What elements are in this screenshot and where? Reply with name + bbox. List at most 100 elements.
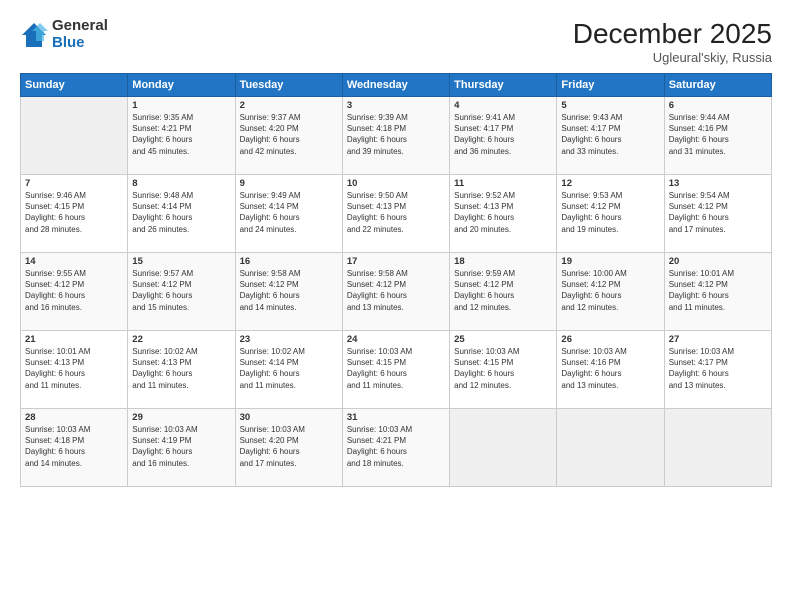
column-header-saturday: Saturday: [664, 74, 771, 97]
logo: General Blue: [20, 18, 108, 51]
calendar-cell: 30Sunrise: 10:03 AM Sunset: 4:20 PM Dayl…: [235, 409, 342, 487]
day-number: 12: [561, 178, 659, 189]
day-number: 18: [454, 256, 552, 267]
calendar-row: 14Sunrise: 9:55 AM Sunset: 4:12 PM Dayli…: [21, 253, 772, 331]
calendar-cell: 29Sunrise: 10:03 AM Sunset: 4:19 PM Dayl…: [128, 409, 235, 487]
day-number: 5: [561, 100, 659, 111]
calendar-cell: 27Sunrise: 10:03 AM Sunset: 4:17 PM Dayl…: [664, 331, 771, 409]
day-number: 25: [454, 334, 552, 345]
day-number: 1: [132, 100, 230, 111]
day-number: 2: [240, 100, 338, 111]
day-info: Sunrise: 9:53 AM Sunset: 4:12 PM Dayligh…: [561, 190, 659, 235]
day-number: 13: [669, 178, 767, 189]
calendar-cell: [664, 409, 771, 487]
subtitle: Ugleural'skiy, Russia: [573, 50, 772, 65]
day-info: Sunrise: 9:55 AM Sunset: 4:12 PM Dayligh…: [25, 268, 123, 313]
header-row: SundayMondayTuesdayWednesdayThursdayFrid…: [21, 74, 772, 97]
calendar-cell: 14Sunrise: 9:55 AM Sunset: 4:12 PM Dayli…: [21, 253, 128, 331]
calendar-cell: 19Sunrise: 10:00 AM Sunset: 4:12 PM Dayl…: [557, 253, 664, 331]
day-info: Sunrise: 10:02 AM Sunset: 4:13 PM Daylig…: [132, 346, 230, 391]
calendar-row: 28Sunrise: 10:03 AM Sunset: 4:18 PM Dayl…: [21, 409, 772, 487]
day-info: Sunrise: 10:03 AM Sunset: 4:20 PM Daylig…: [240, 424, 338, 469]
day-number: 23: [240, 334, 338, 345]
calendar-cell: 24Sunrise: 10:03 AM Sunset: 4:15 PM Dayl…: [342, 331, 449, 409]
day-info: Sunrise: 9:59 AM Sunset: 4:12 PM Dayligh…: [454, 268, 552, 313]
day-number: 10: [347, 178, 445, 189]
calendar-page: General Blue December 2025 Ugleural'skiy…: [0, 0, 792, 612]
day-info: Sunrise: 10:03 AM Sunset: 4:21 PM Daylig…: [347, 424, 445, 469]
day-number: 30: [240, 412, 338, 423]
column-header-tuesday: Tuesday: [235, 74, 342, 97]
day-number: 3: [347, 100, 445, 111]
logo-general-text: General: [52, 18, 108, 35]
day-info: Sunrise: 9:46 AM Sunset: 4:15 PM Dayligh…: [25, 190, 123, 235]
calendar-body: 1Sunrise: 9:35 AM Sunset: 4:21 PM Daylig…: [21, 97, 772, 487]
calendar-cell: 9Sunrise: 9:49 AM Sunset: 4:14 PM Daylig…: [235, 175, 342, 253]
day-info: Sunrise: 10:00 AM Sunset: 4:12 PM Daylig…: [561, 268, 659, 313]
day-number: 31: [347, 412, 445, 423]
day-number: 11: [454, 178, 552, 189]
main-title: December 2025: [573, 18, 772, 50]
calendar-table: SundayMondayTuesdayWednesdayThursdayFrid…: [20, 73, 772, 487]
day-number: 27: [669, 334, 767, 345]
calendar-cell: 8Sunrise: 9:48 AM Sunset: 4:14 PM Daylig…: [128, 175, 235, 253]
calendar-cell: 6Sunrise: 9:44 AM Sunset: 4:16 PM Daylig…: [664, 97, 771, 175]
day-info: Sunrise: 9:57 AM Sunset: 4:12 PM Dayligh…: [132, 268, 230, 313]
column-header-monday: Monday: [128, 74, 235, 97]
day-info: Sunrise: 9:35 AM Sunset: 4:21 PM Dayligh…: [132, 112, 230, 157]
day-info: Sunrise: 9:37 AM Sunset: 4:20 PM Dayligh…: [240, 112, 338, 157]
day-info: Sunrise: 10:03 AM Sunset: 4:15 PM Daylig…: [454, 346, 552, 391]
day-info: Sunrise: 9:54 AM Sunset: 4:12 PM Dayligh…: [669, 190, 767, 235]
day-number: 15: [132, 256, 230, 267]
day-number: 8: [132, 178, 230, 189]
calendar-cell: 23Sunrise: 10:02 AM Sunset: 4:14 PM Dayl…: [235, 331, 342, 409]
day-number: 17: [347, 256, 445, 267]
calendar-cell: [21, 97, 128, 175]
column-header-thursday: Thursday: [450, 74, 557, 97]
calendar-cell: 31Sunrise: 10:03 AM Sunset: 4:21 PM Dayl…: [342, 409, 449, 487]
calendar-cell: 12Sunrise: 9:53 AM Sunset: 4:12 PM Dayli…: [557, 175, 664, 253]
day-info: Sunrise: 9:41 AM Sunset: 4:17 PM Dayligh…: [454, 112, 552, 157]
calendar-cell: 17Sunrise: 9:58 AM Sunset: 4:12 PM Dayli…: [342, 253, 449, 331]
day-number: 26: [561, 334, 659, 345]
calendar-cell: 21Sunrise: 10:01 AM Sunset: 4:13 PM Dayl…: [21, 331, 128, 409]
calendar-cell: 10Sunrise: 9:50 AM Sunset: 4:13 PM Dayli…: [342, 175, 449, 253]
calendar-cell: 5Sunrise: 9:43 AM Sunset: 4:17 PM Daylig…: [557, 97, 664, 175]
calendar-cell: 2Sunrise: 9:37 AM Sunset: 4:20 PM Daylig…: [235, 97, 342, 175]
calendar-cell: 18Sunrise: 9:59 AM Sunset: 4:12 PM Dayli…: [450, 253, 557, 331]
calendar-cell: 25Sunrise: 10:03 AM Sunset: 4:15 PM Dayl…: [450, 331, 557, 409]
header: General Blue December 2025 Ugleural'skiy…: [20, 18, 772, 65]
day-info: Sunrise: 9:49 AM Sunset: 4:14 PM Dayligh…: [240, 190, 338, 235]
day-number: 9: [240, 178, 338, 189]
day-info: Sunrise: 10:03 AM Sunset: 4:17 PM Daylig…: [669, 346, 767, 391]
calendar-cell: 7Sunrise: 9:46 AM Sunset: 4:15 PM Daylig…: [21, 175, 128, 253]
logo-icon: [20, 21, 48, 49]
column-header-wednesday: Wednesday: [342, 74, 449, 97]
day-info: Sunrise: 9:58 AM Sunset: 4:12 PM Dayligh…: [240, 268, 338, 313]
calendar-cell: 26Sunrise: 10:03 AM Sunset: 4:16 PM Dayl…: [557, 331, 664, 409]
calendar-row: 7Sunrise: 9:46 AM Sunset: 4:15 PM Daylig…: [21, 175, 772, 253]
title-block: December 2025 Ugleural'skiy, Russia: [573, 18, 772, 65]
day-info: Sunrise: 9:39 AM Sunset: 4:18 PM Dayligh…: [347, 112, 445, 157]
day-info: Sunrise: 9:44 AM Sunset: 4:16 PM Dayligh…: [669, 112, 767, 157]
calendar-cell: [450, 409, 557, 487]
column-header-friday: Friday: [557, 74, 664, 97]
day-info: Sunrise: 9:50 AM Sunset: 4:13 PM Dayligh…: [347, 190, 445, 235]
calendar-cell: 28Sunrise: 10:03 AM Sunset: 4:18 PM Dayl…: [21, 409, 128, 487]
day-info: Sunrise: 10:03 AM Sunset: 4:15 PM Daylig…: [347, 346, 445, 391]
day-info: Sunrise: 10:03 AM Sunset: 4:18 PM Daylig…: [25, 424, 123, 469]
calendar-cell: 16Sunrise: 9:58 AM Sunset: 4:12 PM Dayli…: [235, 253, 342, 331]
logo-text: General Blue: [52, 18, 108, 51]
logo-blue-text: Blue: [52, 35, 108, 52]
day-info: Sunrise: 10:03 AM Sunset: 4:16 PM Daylig…: [561, 346, 659, 391]
day-number: 14: [25, 256, 123, 267]
day-number: 16: [240, 256, 338, 267]
day-number: 7: [25, 178, 123, 189]
day-info: Sunrise: 10:01 AM Sunset: 4:12 PM Daylig…: [669, 268, 767, 313]
day-number: 24: [347, 334, 445, 345]
calendar-cell: 1Sunrise: 9:35 AM Sunset: 4:21 PM Daylig…: [128, 97, 235, 175]
day-info: Sunrise: 9:52 AM Sunset: 4:13 PM Dayligh…: [454, 190, 552, 235]
calendar-cell: 4Sunrise: 9:41 AM Sunset: 4:17 PM Daylig…: [450, 97, 557, 175]
calendar-cell: 15Sunrise: 9:57 AM Sunset: 4:12 PM Dayli…: [128, 253, 235, 331]
day-info: Sunrise: 9:43 AM Sunset: 4:17 PM Dayligh…: [561, 112, 659, 157]
